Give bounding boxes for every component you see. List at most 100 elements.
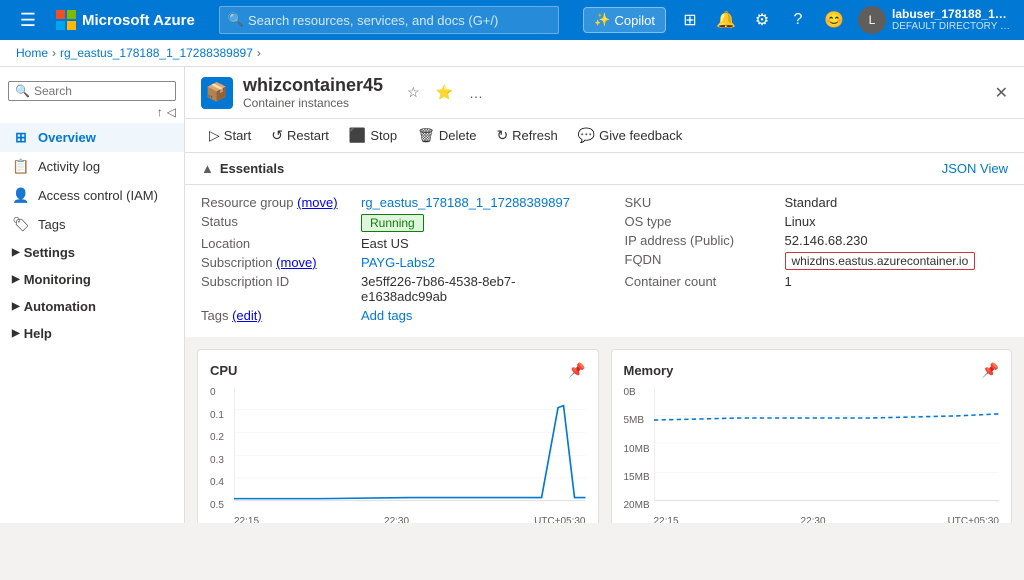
sidebar-section-monitoring[interactable]: ▶ Monitoring (0, 266, 184, 293)
stop-icon: ⬛ (349, 127, 366, 144)
essentials-value: Running (361, 214, 424, 232)
memory-pin-button[interactable]: 📌 (982, 362, 999, 379)
sidebar-action-pin[interactable]: ◁ (167, 105, 176, 119)
memory-chart-area: 20MB15MB10MB5MB0B 22:1522:30UTC+05:30 (624, 387, 1000, 523)
memory-chart-title: Memory (624, 363, 674, 378)
start-button[interactable]: ▷ Start (201, 123, 259, 148)
cpu-svg (234, 387, 586, 511)
essentials-row-fqdn: FQDN whizdns.eastus.azurecontainer.io (625, 250, 1009, 272)
sidebar-section-automation[interactable]: ▶ Automation (0, 293, 184, 320)
activity-log-icon: 📋 (12, 158, 30, 175)
sidebar-section-help[interactable]: ▶ Help (0, 320, 184, 347)
chevron-right-icon: ▶ (12, 274, 20, 285)
essentials-label: IP address (Public) (625, 233, 785, 248)
essentials-row: Resource group (move) rg_eastus_178188_1… (201, 193, 585, 212)
feedback-button[interactable]: 💬 Give feedback (570, 123, 691, 148)
chart-header: Memory 📌 (624, 362, 1000, 379)
breadcrumb-rg[interactable]: rg_eastus_178188_1_17288389897 (60, 46, 253, 60)
sidebar-item-tags[interactable]: 🏷 Tags (0, 210, 184, 239)
feedback-icon[interactable]: 😊 (818, 4, 850, 36)
sidebar-search-box[interactable]: 🔍 (8, 81, 176, 101)
refresh-icon: ↻ (496, 127, 508, 144)
portal-menu-icon[interactable]: ⊞ (674, 4, 706, 36)
sub-link[interactable]: PAYG-Labs2 (361, 255, 435, 270)
essentials-label: Tags (edit) (201, 308, 361, 323)
json-view-link[interactable]: JSON View (942, 161, 1008, 176)
sidebar-action-collapse[interactable]: ↑ (157, 105, 163, 119)
hamburger-menu[interactable]: ☰ (12, 4, 44, 36)
favorite-icon[interactable]: ☆ (403, 82, 424, 103)
close-button[interactable]: ✕ (995, 83, 1008, 103)
essentials-header: ▲ Essentials JSON View (185, 153, 1024, 185)
sidebar-item-label: Activity log (38, 159, 100, 174)
fqdn-badge: whizdns.eastus.azurecontainer.io (785, 252, 976, 270)
essentials-col-right: SKU Standard OS type Linux IP address (P… (625, 193, 1009, 325)
delete-button[interactable]: 🗑 Delete (409, 123, 484, 148)
essentials-row-tags: Tags (edit) Add tags (201, 306, 585, 325)
rg-link[interactable]: rg_eastus_178188_1_17288389897 (361, 195, 570, 210)
stop-button[interactable]: ⬛ Stop (341, 123, 405, 148)
essentials-value: 3e5ff226-7b86-4538-8eb7-e1638adc99ab (361, 274, 585, 304)
cpu-x-axis: 22:1522:30UTC+05:30 (234, 516, 586, 523)
sidebar-item-label: Monitoring (24, 272, 91, 287)
sidebar-item-activity-log[interactable]: 📋 Activity log (0, 152, 184, 181)
avatar[interactable]: L (858, 6, 886, 34)
memory-x-axis: 22:1522:30UTC+05:30 (654, 516, 1000, 523)
user-text-block: labuser_178188_172883... DEFAULT DIRECTO… (892, 7, 1012, 33)
essentials-col-left: Resource group (move) rg_eastus_178188_1… (201, 193, 585, 325)
refresh-button[interactable]: ↻ Refresh (488, 123, 565, 148)
collapse-icon: ▲ (201, 161, 214, 176)
star-icon[interactable]: ⭐ (432, 82, 457, 103)
sidebar-item-iam[interactable]: 👤 Access control (IAM) (0, 181, 184, 210)
essentials-label: Location (201, 236, 361, 251)
sidebar-item-label: Automation (24, 299, 96, 314)
cpu-pin-button[interactable]: 📌 (568, 362, 585, 379)
add-tags-link[interactable]: Add tags (361, 308, 412, 323)
settings-icon[interactable]: ⚙ (746, 4, 778, 36)
essentials-label: Resource group (move) (201, 195, 361, 210)
user-name: labuser_178188_172883... (892, 7, 1012, 21)
feedback-icon: 💬 (578, 127, 595, 144)
sidebar-item-label: Access control (IAM) (38, 188, 158, 203)
user-profile: L labuser_178188_172883... DEFAULT DIREC… (858, 6, 1012, 34)
essentials-row-os: OS type Linux (625, 212, 1009, 231)
essentials-label: Status (201, 214, 361, 232)
help-icon[interactable]: ? (782, 4, 814, 36)
tags-edit-link[interactable]: (edit) (232, 308, 262, 323)
copilot-button[interactable]: ✨ Copilot (583, 7, 666, 33)
start-icon: ▷ (209, 127, 220, 144)
sidebar-section-settings[interactable]: ▶ Settings (0, 239, 184, 266)
chevron-right-icon: ▶ (12, 247, 20, 258)
sidebar-item-overview[interactable]: ⊞ Overview (0, 123, 184, 152)
main-layout: 🔍 ↑ ◁ ⊞ Overview 📋 Activity log 👤 Access… (0, 67, 1024, 523)
global-search-input[interactable] (248, 13, 550, 28)
essentials-row-ip: IP address (Public) 52.146.68.230 (625, 231, 1009, 250)
memory-chart-card: Memory 📌 20MB15MB10MB5MB0B (611, 349, 1013, 523)
search-icon: 🔍 (228, 12, 244, 28)
breadcrumb-home[interactable]: Home (16, 46, 48, 60)
global-search-bar[interactable]: 🔍 (219, 6, 560, 34)
overview-icon: ⊞ (12, 129, 30, 146)
essentials-value: Standard (785, 195, 838, 210)
sub-move-link[interactable]: (move) (276, 255, 316, 270)
iam-icon: 👤 (12, 187, 30, 204)
essentials-body: Resource group (move) rg_eastus_178188_1… (185, 185, 1024, 337)
sidebar-search-input[interactable] (34, 84, 169, 98)
more-options-icon[interactable]: … (465, 83, 487, 103)
cpu-chart-area: 0.50.40.30.20.10 22:1522:30UTC+05:30 (210, 387, 586, 523)
notifications-icon[interactable]: 🔔 (710, 4, 742, 36)
top-navigation: ☰ Microsoft Azure 🔍 ✨ Copilot ⊞ 🔔 ⚙ ? 😊 … (0, 0, 1024, 40)
chevron-right-icon: ▶ (12, 301, 20, 312)
essentials-value: whizdns.eastus.azurecontainer.io (785, 252, 976, 270)
resource-title-block: whizcontainer45 Container instances (243, 75, 383, 110)
sidebar-search-container: 🔍 (0, 75, 184, 103)
essentials-value: 52.146.68.230 (785, 233, 868, 248)
essentials-value: rg_eastus_178188_1_17288389897 (361, 195, 570, 210)
resource-name: whizcontainer45 (243, 75, 383, 96)
rg-move-link[interactable]: (move) (297, 195, 337, 210)
essentials-row-location: Location East US (201, 234, 585, 253)
restart-button[interactable]: ↺ Restart (263, 123, 337, 148)
copilot-icon: ✨ (594, 12, 610, 28)
essentials-label: Subscription (move) (201, 255, 361, 270)
resource-header: 📦 whizcontainer45 Container instances ☆ … (185, 67, 1024, 119)
